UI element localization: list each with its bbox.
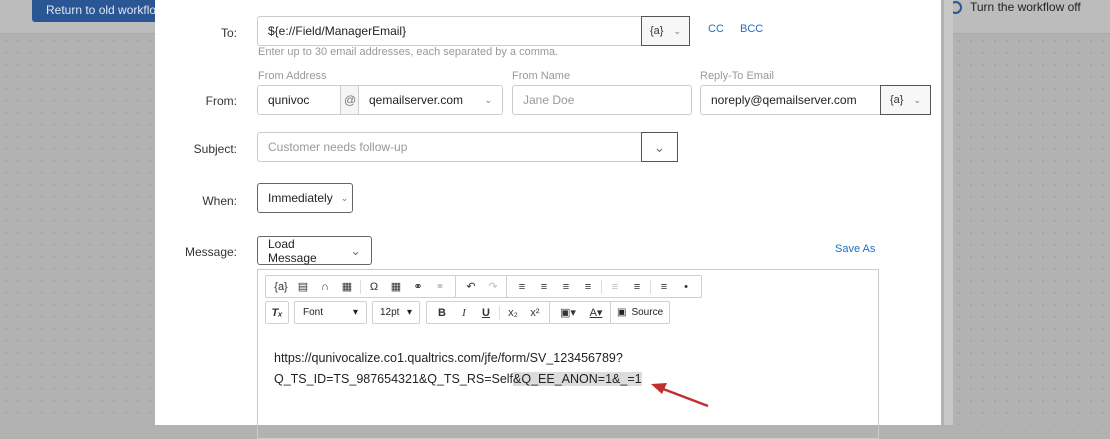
chevron-down-icon: ⌄ [350, 242, 361, 258]
to-hint: Enter up to 30 email addresses, each sep… [258, 46, 559, 58]
message-label: Message: [184, 245, 237, 259]
divider [499, 305, 500, 320]
align-center-icon[interactable]: ≡ [533, 281, 555, 293]
save-as-link[interactable]: Save As [835, 243, 875, 255]
domain-value: qemailserver.com [369, 93, 464, 107]
piped-text-icon[interactable]: {a} [270, 281, 292, 293]
caret-icon: ▾ [406, 307, 412, 318]
when-dropdown[interactable]: Immediately ⌄ [257, 183, 353, 213]
outdent-icon[interactable]: ≡ [604, 281, 626, 293]
source-icon: ▣ [617, 307, 627, 318]
from-address-input[interactable]: qunivoc [257, 85, 341, 115]
from-label: From: [205, 94, 237, 108]
underline-icon[interactable]: U [475, 307, 497, 319]
background-color-icon[interactable]: ▣▾ [554, 306, 582, 319]
numbered-list-icon[interactable]: ≡ [653, 281, 675, 293]
when-label: When: [202, 194, 237, 208]
font-value: Font [303, 307, 324, 318]
reply-to-label: Reply-To Email [700, 70, 774, 82]
divider [650, 279, 651, 294]
load-message-label: Load Message [268, 236, 317, 265]
page-break-icon[interactable]: ∩ [314, 281, 336, 293]
align-right-icon[interactable]: ≡ [555, 281, 577, 293]
from-address-label: From Address [258, 70, 327, 82]
remove-format-button[interactable]: Tₓ [265, 301, 289, 324]
canvas-right [953, 35, 1110, 425]
when-value: Immediately [268, 191, 333, 205]
at-sign: @ [340, 85, 359, 115]
bcc-link[interactable]: BCC [740, 23, 763, 35]
piped-text-label: {a} [889, 94, 904, 106]
superscript-icon[interactable]: x² [524, 307, 546, 319]
source-label: Source [631, 307, 664, 318]
subscript-icon[interactable]: x₂ [502, 307, 524, 319]
from-name-input[interactable]: Jane Doe [512, 85, 692, 115]
media-icon[interactable]: ▦ [336, 280, 358, 293]
subject-input[interactable]: Customer needs follow-up [257, 132, 642, 162]
justify-icon[interactable]: ≡ [577, 281, 599, 293]
return-to-old-workflow-button[interactable]: Return to old workflow [32, 0, 167, 22]
divider [601, 279, 602, 294]
align-left-icon[interactable]: ≡ [511, 281, 533, 293]
workflow-toggle[interactable]: Turn the workflow off [949, 0, 1081, 14]
from-domain-select[interactable]: qemailserver.com ⌄ [358, 85, 503, 115]
history-toolbar-group: ↶ ↷ [455, 275, 509, 298]
redo-icon[interactable]: ↷ [482, 280, 504, 293]
message-line-2: Q_TS_ID=TS_987654321&Q_TS_RS=Self&Q_EE_A… [274, 369, 642, 390]
table-icon[interactable]: ▦ [385, 280, 407, 293]
source-button[interactable]: ▣ Source [610, 301, 671, 324]
subject-label: Subject: [193, 142, 237, 156]
insert-toolbar-group: {a} ▤ ∩ ▦ Ω ▦ ⚭ ⚭ [265, 275, 456, 298]
annotation-arrow-icon [651, 383, 709, 408]
subject-dropdown[interactable]: ⌄ [641, 132, 678, 162]
divider [360, 279, 361, 294]
message-body[interactable]: https://qunivocalize.co1.qualtrics.com/j… [274, 348, 642, 390]
load-message-dropdown[interactable]: Load Message ⌄ [257, 236, 372, 265]
font-size-select[interactable]: 12pt ▾ [372, 301, 420, 324]
canvas-left [0, 35, 155, 425]
to-input[interactable]: ${e://Field/ManagerEmail} [257, 16, 642, 46]
from-name-placeholder: Jane Doe [523, 93, 575, 107]
workflow-toggle-label: Turn the workflow off [970, 0, 1081, 14]
text-color-icon[interactable]: A▾ [582, 306, 610, 319]
chevron-down-icon: ⌄ [913, 94, 921, 105]
to-label: To: [220, 26, 237, 40]
format-toolbar-group: B I U x₂ x² [426, 301, 551, 324]
special-char-icon[interactable]: Ω [363, 281, 385, 293]
font-size-value: 12pt [380, 307, 400, 318]
link-icon[interactable]: ⚭ [407, 280, 429, 293]
chevron-down-icon: ⌄ [340, 192, 349, 203]
align-toolbar-group: ≡ ≡ ≡ ≡ ≡ ≡ ≡ • [506, 275, 702, 298]
piped-text-label: {a} [649, 25, 664, 37]
highlighted-text: &Q_EE_ANON=1&_=1 [513, 372, 642, 386]
bulleted-list-icon[interactable]: • [675, 281, 697, 293]
undo-icon[interactable]: ↶ [460, 280, 482, 293]
font-select[interactable]: Font ▾ [294, 301, 367, 324]
chevron-down-icon: ⌄ [673, 25, 681, 36]
reply-to-piped-text-dropdown[interactable]: {a} ⌄ [880, 85, 931, 115]
message-text: Q_TS_ID=TS_987654321&Q_TS_RS=Self [274, 372, 514, 386]
from-name-label: From Name [512, 70, 571, 82]
unlink-icon[interactable]: ⚭ [429, 280, 451, 293]
image-icon[interactable]: ▤ [292, 280, 314, 293]
indent-icon[interactable]: ≡ [626, 281, 648, 293]
chevron-down-icon: ⌄ [484, 94, 492, 105]
caret-icon: ▾ [352, 307, 358, 318]
to-piped-text-dropdown[interactable]: {a} ⌄ [641, 16, 690, 46]
chevron-down-icon: ⌄ [653, 138, 666, 155]
bold-icon[interactable]: B [431, 307, 453, 319]
color-toolbar-group: ▣▾ A▾ [549, 301, 615, 324]
subject-placeholder: Customer needs follow-up [268, 140, 408, 154]
italic-icon[interactable]: I [453, 307, 475, 319]
message-line-1: https://qunivocalize.co1.qualtrics.com/j… [274, 351, 623, 365]
reply-to-input[interactable]: noreply@qemailserver.com [700, 85, 881, 115]
cc-link[interactable]: CC [708, 23, 724, 35]
remove-format-icon: Tₓ [271, 306, 283, 319]
scrollbar[interactable] [944, 0, 953, 425]
